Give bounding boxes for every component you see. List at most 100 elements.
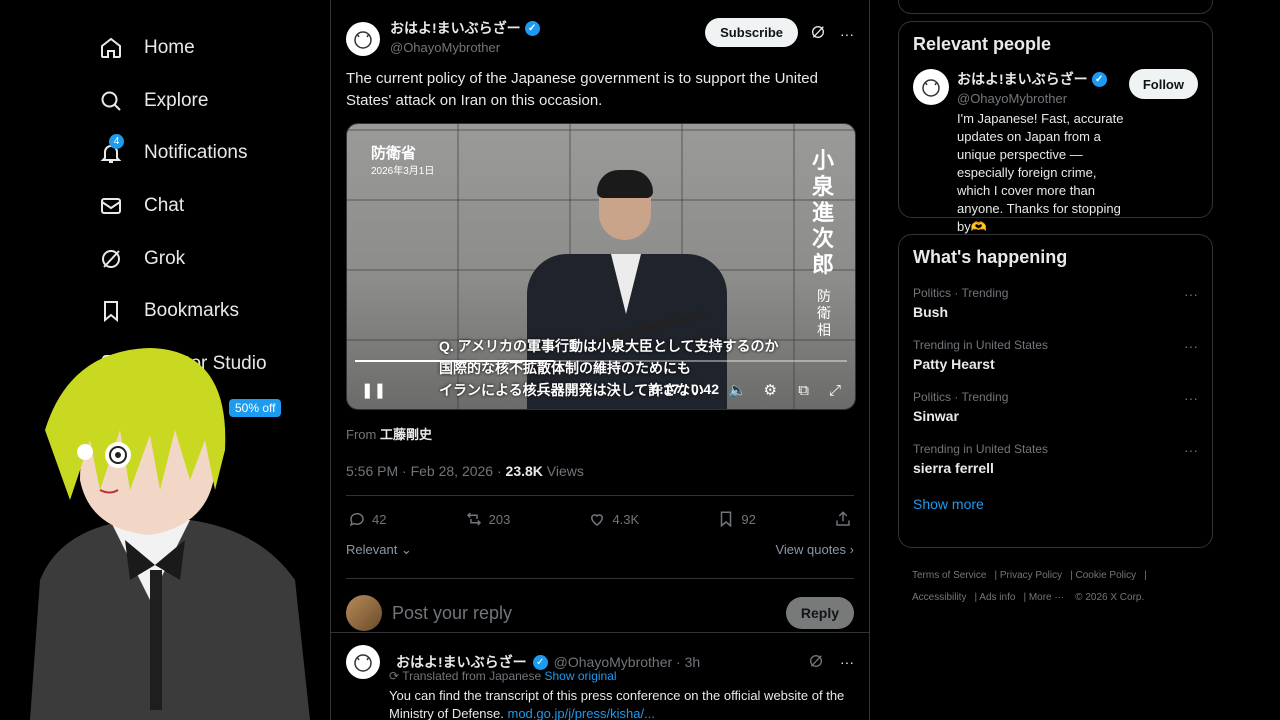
volume-icon[interactable]: 🔈 — [728, 381, 747, 399]
right-sidebar: Relevant people おはよ!まいぶらざー ✓ @OhayoMybro… — [898, 21, 1213, 548]
footer-links: Terms of Service | Privacy Policy | Cookie… — [912, 570, 1147, 603]
main-column: おはよ!まいぶらざー ✓ @OhayoMybrother Subscribe ·… — [330, 0, 870, 720]
pause-icon[interactable]: ❚❚ — [361, 381, 386, 399]
more-options-icon[interactable]: ··· — [1184, 286, 1198, 320]
person-bio: I'm Japanese! Fast, accurate updates on … — [957, 111, 1124, 234]
trend-context: Politics · Trending — [913, 390, 1009, 404]
reply-author-avatar[interactable] — [346, 645, 380, 679]
more-options-icon[interactable]: ··· — [840, 654, 854, 670]
trend-context: Politics · Trending — [913, 286, 1009, 300]
trend-item[interactable]: Politics · Trending Bush ··· — [913, 286, 1198, 320]
nav-chat[interactable]: Chat — [96, 180, 316, 233]
reply-count: 42 — [372, 511, 387, 527]
author-name[interactable]: おはよ!まいぶらざー — [390, 18, 521, 38]
show-original-link[interactable]: Show original — [545, 669, 617, 683]
show-more-link[interactable]: Show more — [913, 496, 1198, 512]
search-icon — [96, 86, 126, 116]
grok-icon — [96, 244, 126, 274]
trend-item[interactable]: Trending in United States Patty Hearst ··… — [913, 338, 1198, 372]
pip-icon[interactable]: ⧉ — [798, 382, 809, 399]
nav-label: Explore — [144, 89, 209, 111]
video-player[interactable]: 防衛省 2026年3月1日 小泉進次郎 防衛相 Q. アメリカの軍事行動は小泉大… — [346, 123, 856, 410]
person-handle[interactable]: @OhayoMybrother — [957, 91, 1129, 106]
more-options-icon[interactable]: ··· — [840, 26, 854, 42]
nav-explore[interactable]: Explore — [96, 75, 316, 128]
video-subtitle: Q. アメリカの軍事行動は小泉大臣として支持するのか — [439, 338, 779, 354]
trend-context: Trending in United States — [913, 442, 1048, 456]
trend-title: Sinwar — [913, 408, 959, 424]
verified-icon: ✓ — [524, 20, 540, 36]
reply-button[interactable]: Reply — [785, 597, 854, 629]
from-label: From — [346, 427, 377, 442]
view-quotes-link[interactable]: View quotes › — [775, 542, 854, 558]
whats-happening-card: What's happening Politics · Trending Bush… — [898, 234, 1213, 548]
video-progress-bar[interactable] — [355, 360, 847, 362]
person-avatar[interactable] — [913, 69, 949, 105]
post-timestamp[interactable]: 5:56 PM · Feb 28, 2026 · — [346, 463, 502, 479]
relevant-people-card: Relevant people おはよ!まいぶらざー ✓ @OhayoMybro… — [898, 21, 1213, 234]
footer-link[interactable]: Ads info — [979, 592, 1015, 603]
post-actions: 42 203 4.3K 92 — [346, 496, 854, 528]
more-options-icon[interactable]: ··· — [1184, 390, 1198, 424]
nav-label: Chat — [144, 195, 185, 217]
bookmark-icon — [96, 296, 126, 326]
nav-label: Home — [144, 37, 195, 59]
views-label: Views — [546, 463, 584, 479]
grok-icon[interactable] — [810, 24, 826, 43]
reply-composer: Post your reply Reply — [346, 578, 854, 631]
share-icon — [836, 511, 850, 526]
repost-action[interactable]: 203 — [465, 510, 511, 528]
more-options-icon[interactable]: ··· — [1184, 338, 1198, 372]
copyright: © 2026 X Corp. — [1075, 592, 1145, 603]
x-page: Home Explore 4 Notifications Chat Grok B… — [0, 0, 1280, 720]
like-count: 4.3K — [612, 511, 640, 527]
from-name[interactable]: 工藤剛史 — [380, 427, 432, 442]
translation-note: ⟳ Translated from Japanese Show original — [389, 669, 854, 683]
share-action[interactable] — [834, 510, 852, 528]
nav-home[interactable]: Home — [96, 22, 316, 75]
trend-item[interactable]: Trending in United States sierra ferrell … — [913, 442, 1198, 476]
mod-link[interactable]: mod.go.jp/j/press/kisha/... — [508, 706, 655, 720]
trend-item[interactable]: Politics · Trending Sinwar ··· — [913, 390, 1198, 424]
trend-title: sierra ferrell — [913, 460, 994, 476]
vtuber-avatar-overlay — [0, 340, 330, 720]
bookmark-action[interactable]: 92 — [717, 510, 756, 528]
nav-grok[interactable]: Grok — [96, 232, 316, 285]
footer-link[interactable]: Privacy Policy — [1000, 570, 1062, 581]
trend-title: Bush — [913, 304, 948, 320]
follow-button[interactable]: Follow — [1128, 69, 1198, 99]
like-action[interactable]: 4.3K — [588, 510, 639, 528]
author-avatar[interactable] — [346, 22, 380, 56]
reply-icon — [349, 512, 364, 527]
reply-text: You can find the transcript of this pres… — [389, 687, 854, 720]
nav-label: Grok — [144, 247, 186, 269]
sidebar-nav: Home Explore 4 Notifications Chat Grok B… — [96, 22, 316, 390]
bookmark-icon — [721, 511, 732, 528]
repost-count: 203 — [488, 511, 511, 527]
more-options-icon[interactable]: ··· — [1184, 442, 1198, 476]
footer-link[interactable]: Cookie Policy — [1076, 570, 1137, 581]
settings-icon[interactable]: ⚙ — [764, 381, 777, 399]
reply-action[interactable]: 42 — [348, 510, 386, 528]
person-name[interactable]: おはよ!まいぶらざー — [957, 69, 1088, 89]
reply-author-handle[interactable]: @OhayoMybrother · 3h — [554, 654, 701, 670]
sort-relevant-dropdown[interactable]: Relevant ⌄ — [346, 542, 412, 558]
video-date-caption: 2026年3月1日 — [371, 166, 435, 177]
grok-icon[interactable] — [808, 653, 824, 672]
fullscreen-icon[interactable]: ⤢ — [829, 382, 841, 399]
translated-label: Translated from Japanese — [402, 669, 542, 683]
heart-icon — [591, 514, 604, 526]
footer-link[interactable]: Terms of Service — [912, 570, 986, 581]
nav-notifications[interactable]: 4 Notifications — [96, 127, 316, 180]
footer-link[interactable]: Accessibility — [912, 592, 966, 603]
main-post: おはよ!まいぶらざー ✓ @OhayoMybrother Subscribe ·… — [331, 0, 869, 631]
from-attribution: From 工藤剛史 — [346, 424, 854, 443]
reply-input[interactable]: Post your reply — [392, 603, 786, 624]
footer-link[interactable]: More ··· — [1029, 592, 1065, 603]
nav-bookmarks[interactable]: Bookmarks — [96, 285, 316, 338]
subscribe-button[interactable]: Subscribe — [705, 18, 798, 47]
trend-title: Patty Hearst — [913, 356, 995, 372]
author-handle[interactable]: @OhayoMybrother — [390, 40, 705, 55]
translate-icon: ⟳ — [389, 669, 400, 683]
user-avatar[interactable] — [346, 595, 382, 631]
